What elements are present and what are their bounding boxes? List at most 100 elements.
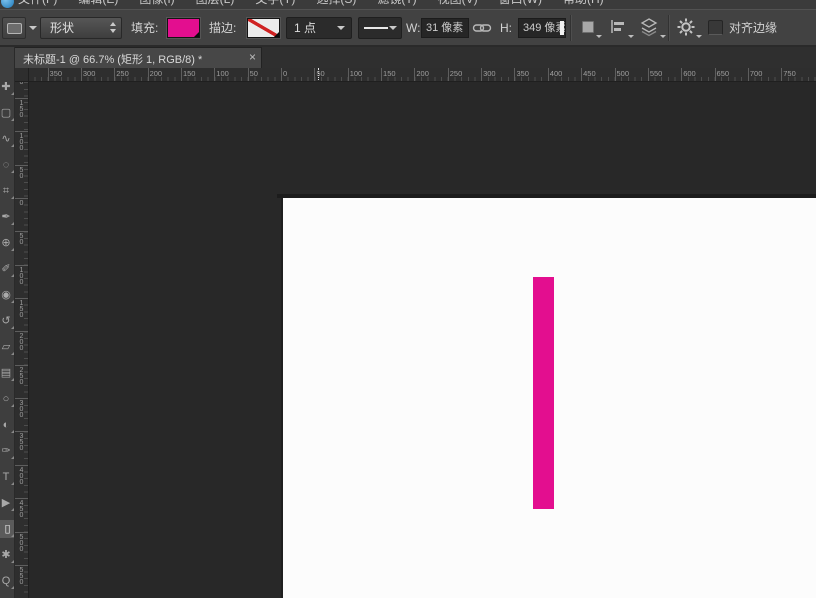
menu-item-view[interactable]: 视图(V) (438, 0, 478, 7)
menu-items: 文件(F) 编辑(E) 图像(I) 图层(L) 文字(Y) 选择(S) 滤镜(T) 视图(V)… (18, 0, 625, 8)
ruler-origin-corner[interactable] (15, 68, 29, 82)
photoshop-window: 文件(F) 编辑(E) 图像(I) 图层(L) 文字(Y) 选择(S) 滤镜(T) 视图(V)… (0, 0, 816, 598)
blur-tool[interactable]: ○ (0, 390, 15, 408)
tab-close-icon[interactable]: × (249, 50, 256, 64)
horizontal-ruler[interactable]: 3503002502001501005005010015020025030035… (29, 68, 816, 82)
tool-flyout-icon (11, 560, 14, 563)
type-tool[interactable]: T (0, 468, 15, 486)
path-operations-button[interactable] (578, 17, 602, 39)
tool-flyout-icon (11, 352, 14, 355)
clone-stamp-tool[interactable]: ◉ (0, 286, 15, 304)
ruler-tick (781, 68, 782, 82)
shape-width-value: 31 像素 (426, 22, 463, 34)
tool-flyout-icon (11, 92, 14, 95)
ruler-tick (15, 365, 29, 366)
ruler-tick (15, 198, 29, 199)
ruler-label: 550 (18, 567, 25, 585)
vertical-ruler[interactable]: 2001501005005010015020025030035040045050… (15, 82, 29, 598)
menu-item-select[interactable]: 选择(S) (316, 0, 356, 7)
crop-tool[interactable]: ⌗ (0, 182, 15, 200)
stroke-width-caret-icon[interactable] (337, 26, 345, 30)
shape-rect (533, 277, 554, 509)
ruler-tick (748, 68, 749, 82)
ruler-label: 250 (18, 367, 25, 385)
ruler-tick (15, 532, 29, 533)
tool-flyout-icon (11, 326, 14, 329)
chain-link-icon (472, 17, 492, 39)
eyedropper-tool[interactable]: ✒ (0, 208, 15, 226)
ruler-label: 0 (283, 69, 287, 78)
menu-item-image[interactable]: 图像(I) (139, 0, 174, 7)
options-separator (668, 15, 669, 41)
ruler-tick (514, 68, 515, 82)
ruler-tick (15, 131, 29, 132)
tool-preset-button[interactable] (2, 17, 26, 39)
preset-dropdown-caret-icon[interactable] (29, 26, 37, 30)
brush-tool[interactable]: ✐ (0, 260, 15, 278)
menu-item-filter[interactable]: 滤镜(T) (377, 0, 416, 7)
ruler-label: 750 (783, 69, 796, 78)
document-tab-bar: 未标题-1 @ 66.7% (矩形 1, RGB/8) * × (0, 47, 816, 68)
path-operations-square-icon (582, 21, 594, 33)
tool-flyout-icon (11, 482, 14, 485)
fill-color-swatch[interactable] (167, 18, 200, 38)
tool-flyout-icon (11, 144, 14, 147)
tool-flyout-icon (11, 534, 14, 537)
tool-flyout-icon (11, 456, 14, 459)
marquee-tool[interactable]: ▢ (0, 104, 15, 122)
zoom-tool[interactable]: Q (0, 572, 15, 590)
ruler-label: 300 (18, 400, 25, 418)
menu-item-edit[interactable]: 编辑(E) (78, 0, 118, 7)
history-brush-tool[interactable]: ↺ (0, 312, 15, 330)
path-arrangement-button[interactable] (638, 17, 666, 39)
ruler-tick (248, 68, 249, 82)
align-edges-label: 对齐边缘 (729, 17, 777, 39)
eraser-tool[interactable]: ▱ (0, 338, 15, 356)
shape-width-input[interactable]: 31 像素 (421, 18, 469, 38)
pen-tool[interactable]: ✑ (0, 442, 15, 460)
move-tool[interactable]: ✚ (0, 78, 15, 96)
ruler-tick (15, 231, 29, 232)
hand-tool[interactable]: ✱ (0, 546, 15, 564)
tool-mode-select[interactable]: 形状 (40, 17, 122, 39)
link-dimensions-button[interactable] (472, 17, 494, 39)
tool-flyout-icon (11, 222, 14, 225)
ruler-tick (214, 68, 215, 82)
menu-item-window[interactable]: 窗口(W) (499, 0, 542, 7)
menu-item-file[interactable]: 文件(F) (18, 0, 57, 7)
ruler-tick (15, 398, 29, 399)
stroke-style-select[interactable] (358, 17, 402, 39)
align-edges-checkbox[interactable] (708, 20, 723, 35)
path-alignment-button[interactable] (608, 17, 634, 39)
menu-item-layer[interactable]: 图层(L) (196, 0, 235, 7)
stroke-width-field[interactable]: 1 点 (286, 17, 352, 39)
path-selection-tool[interactable]: ▶ (0, 494, 15, 512)
tool-flyout-icon (11, 196, 14, 199)
healing-brush-tool[interactable]: ⊕ (0, 234, 15, 252)
ruler-tick (381, 68, 382, 82)
document-tab[interactable]: 未标题-1 @ 66.7% (矩形 1, RGB/8) * × (14, 47, 262, 68)
ruler-label: 250 (450, 69, 463, 78)
menu-item-help[interactable]: 帮助(H) (563, 0, 604, 7)
rectangle-preset-icon (7, 23, 22, 34)
ruler-label: 200 (416, 69, 429, 78)
quick-selection-tool[interactable]: ◌ (0, 156, 15, 174)
ruler-tick (114, 68, 115, 82)
combo-spinner-icon (110, 22, 116, 33)
geometry-options-button[interactable] (676, 17, 702, 39)
pasteboard (29, 82, 816, 598)
document-canvas[interactable] (281, 198, 816, 598)
gradient-tool[interactable]: ▤ (0, 364, 15, 382)
dodge-tool[interactable]: ◐ (0, 416, 15, 434)
stroke-color-swatch-none[interactable] (247, 18, 280, 38)
shape-height-input[interactable]: 349 像素 (518, 18, 566, 38)
tool-flyout-icon (11, 378, 14, 381)
lasso-tool[interactable]: ∿ (0, 130, 15, 148)
ruler-label: 400 (550, 69, 563, 78)
ruler-label: 150 (18, 300, 25, 318)
ruler-tick (15, 465, 29, 466)
ruler-label: 100 (18, 267, 25, 285)
menu-item-type[interactable]: 文字(Y) (255, 0, 295, 7)
rectangle-tool[interactable]: ▯ (0, 520, 15, 538)
tool-flyout-icon (11, 300, 14, 303)
